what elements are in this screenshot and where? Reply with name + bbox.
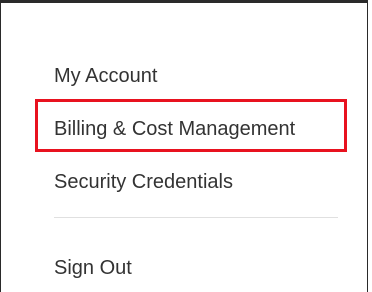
menu-item-sign-out[interactable]: Sign Out	[54, 256, 132, 280]
menu-divider	[54, 217, 338, 218]
menu-item-my-account[interactable]: My Account	[54, 64, 157, 88]
menu-item-billing-cost-management[interactable]: Billing & Cost Management	[54, 117, 295, 141]
screenshot-canvas: My Account Billing & Cost Management Sec…	[0, 0, 372, 292]
menu-item-security-credentials[interactable]: Security Credentials	[54, 170, 233, 194]
account-dropdown-menu: My Account Billing & Cost Management Sec…	[0, 0, 368, 292]
